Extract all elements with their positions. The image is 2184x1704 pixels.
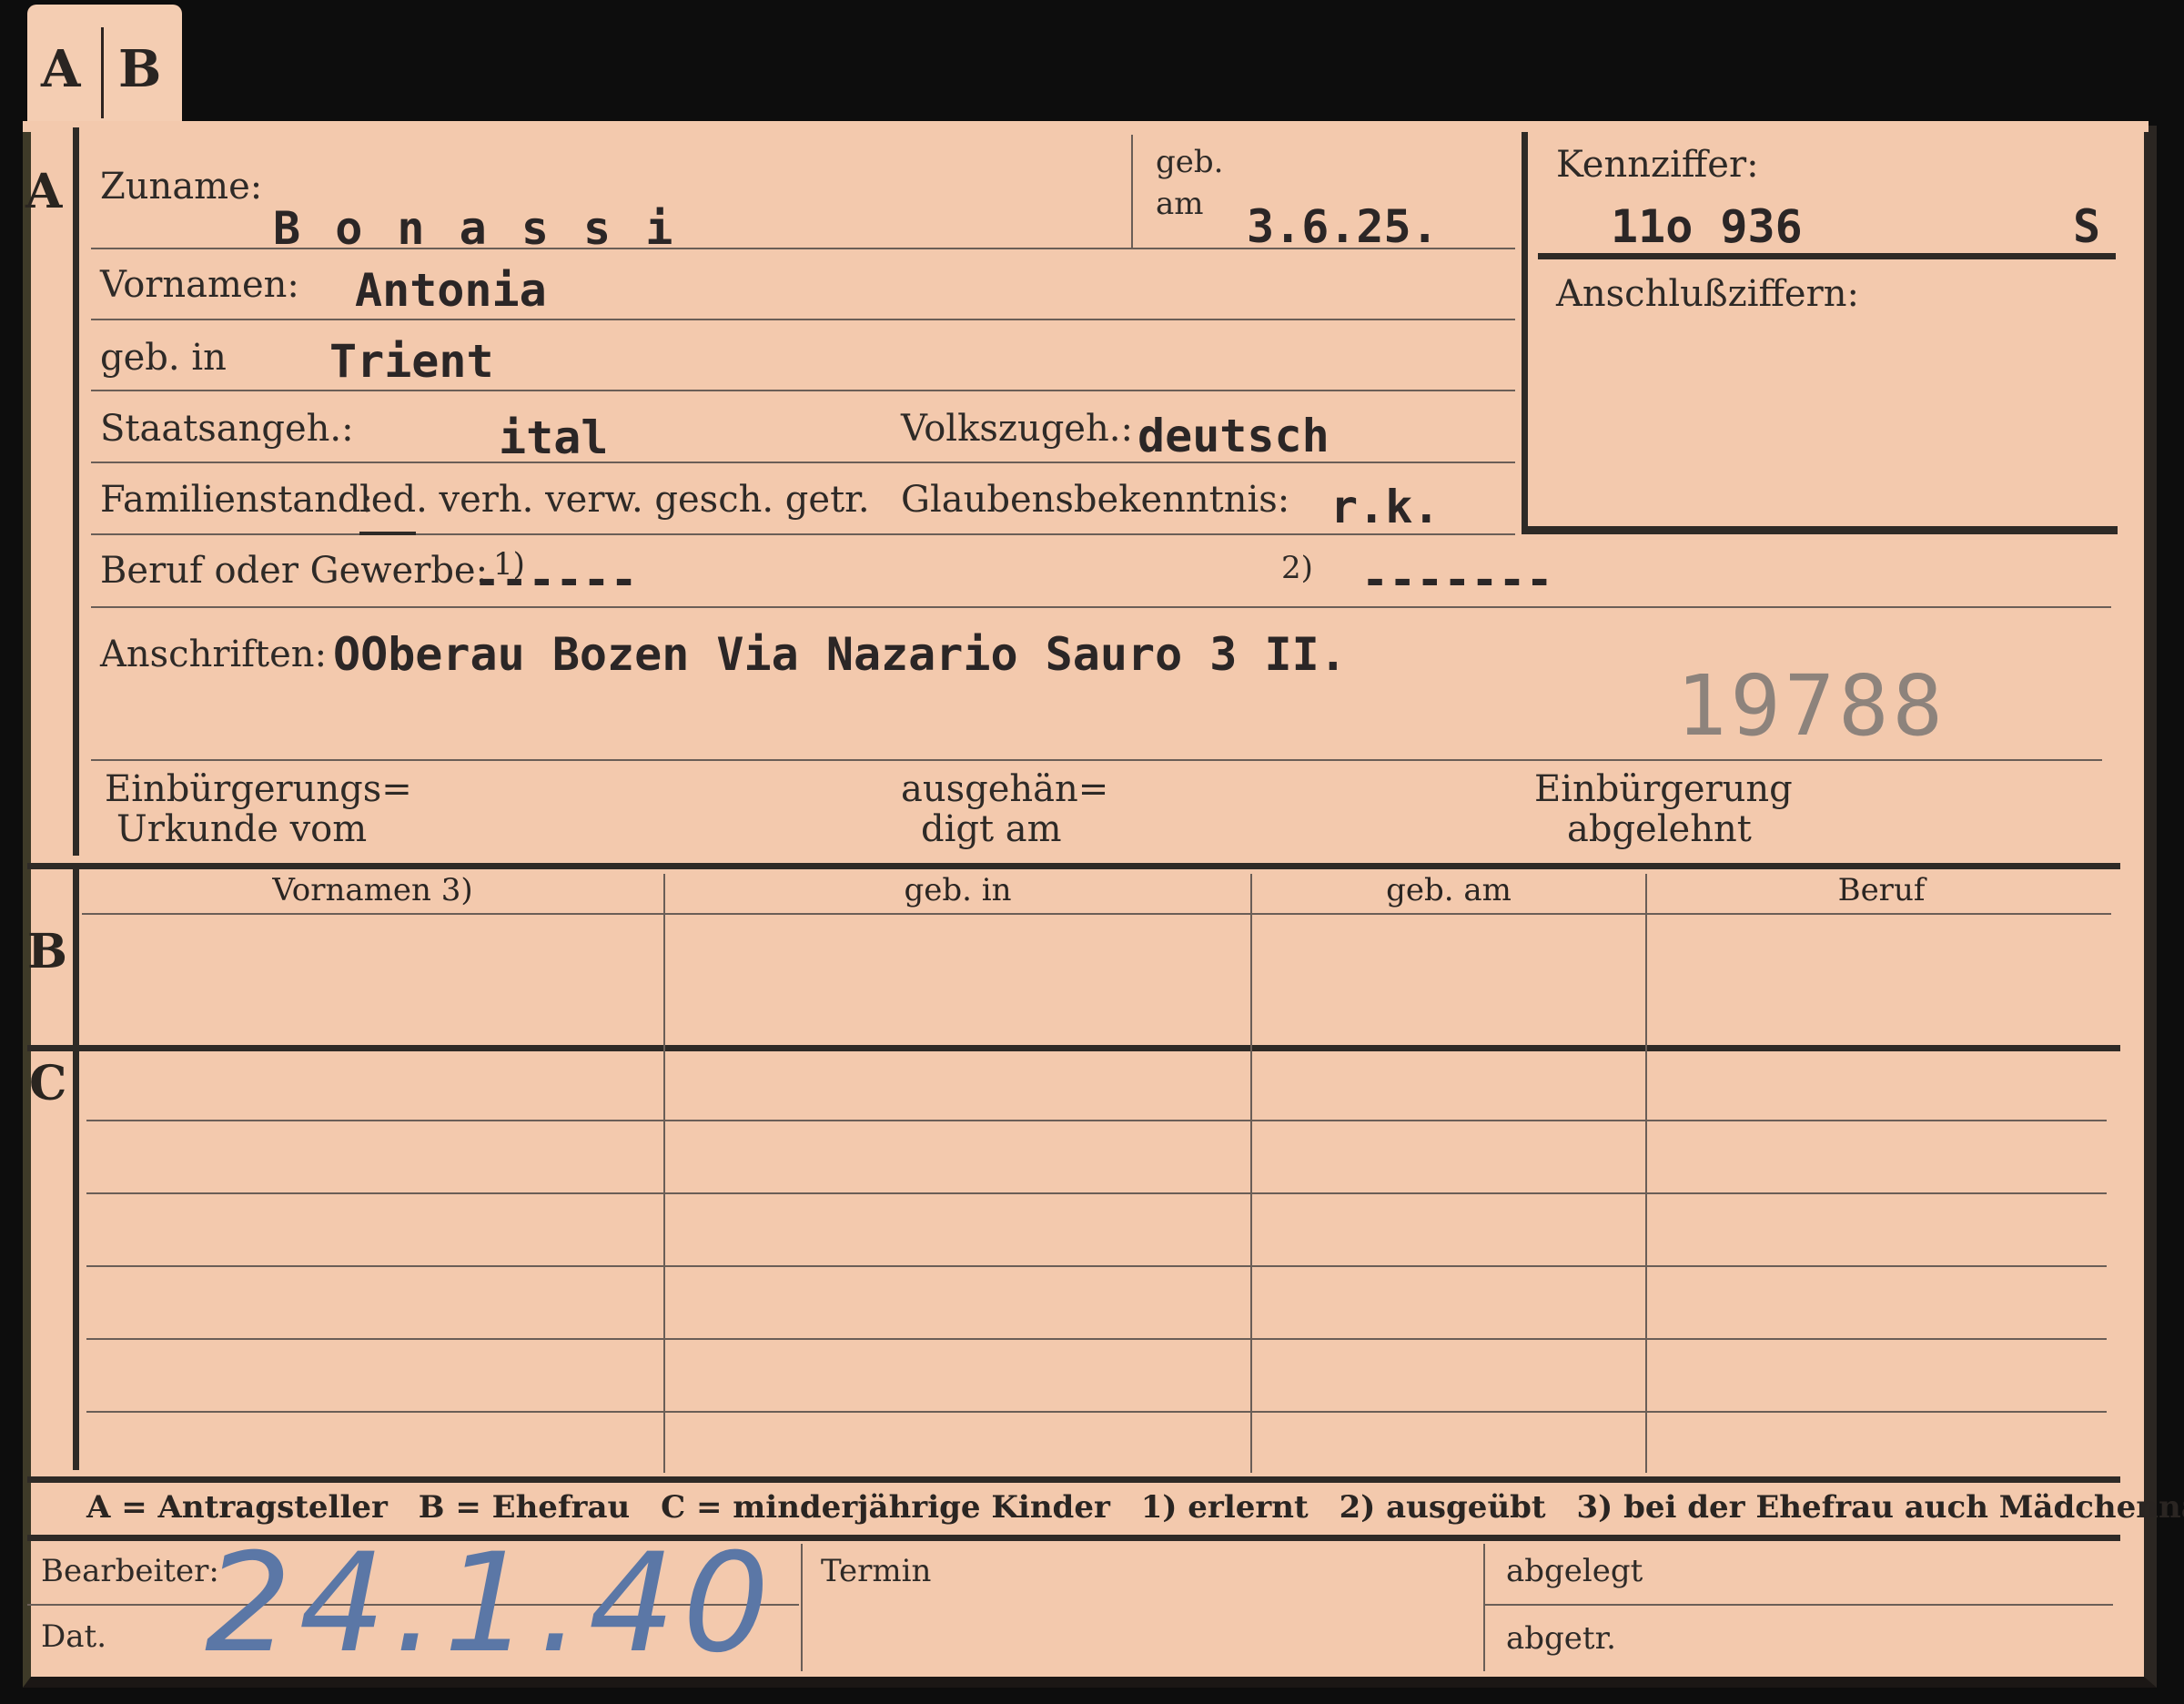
- card-top-edge: [23, 121, 2149, 132]
- column-divider-1: [663, 874, 665, 1473]
- footer-line-right: [1485, 1604, 2113, 1606]
- line-anschriften: [91, 759, 2102, 761]
- section-bc-border: [73, 869, 79, 1470]
- geb-am-value: 3.6.25.: [1247, 200, 1439, 253]
- legend-top-border: [27, 1476, 2120, 1483]
- einbuergerung-abgelehnt-label-2: abgelehnt: [1567, 808, 1752, 850]
- table-header-line: [82, 913, 2111, 915]
- legend-item: C = minderjährige Kinder: [661, 1489, 1110, 1526]
- familienstand-options: led. verh. verw. gesch. getr.: [359, 479, 870, 521]
- familienstand-selected-underline: [359, 532, 416, 535]
- ausgehaendigt-label-1: ausgehän=: [901, 768, 1109, 810]
- kennziffer-underline: [1538, 253, 2116, 259]
- staatsangeh-label: Staatsangeh.:: [100, 408, 354, 450]
- section-c-label: C: [29, 1056, 67, 1111]
- zuname-label: Zuname:: [100, 166, 263, 208]
- dat-label: Dat.: [41, 1618, 107, 1655]
- abgelegt-label: abgelegt: [1506, 1553, 1643, 1589]
- anschriften-label: Anschriften:: [100, 634, 328, 675]
- tab-letter-b: B: [118, 39, 162, 99]
- handwritten-date: 24.1.40: [205, 1525, 777, 1683]
- beruf-value-2: -------: [1361, 553, 1553, 606]
- ausgehaendigt-label-2: digt am: [921, 808, 1062, 850]
- geb-in-label: geb. in: [100, 337, 227, 379]
- column-header-vornamen: Vornamen 3): [272, 872, 473, 908]
- kennziffer-suffix: S: [2073, 200, 2101, 253]
- zuname-divider: [1131, 135, 1133, 248]
- anschriften-value: OOberau Bozen Via Nazario Sauro 3 II.: [333, 628, 1347, 681]
- section-c-top-border: [27, 1045, 2120, 1051]
- line-beruf: [91, 606, 2111, 608]
- abgetr-label: abgetr.: [1506, 1620, 1616, 1657]
- line-vornamen: [91, 319, 1515, 320]
- footer-divider-1: [801, 1544, 803, 1671]
- column-header-beruf: Beruf: [1837, 872, 1926, 908]
- vornamen-label: Vornamen:: [100, 264, 299, 306]
- section-b-label: B: [27, 924, 67, 979]
- table-row-line: [86, 1120, 2107, 1121]
- section-a-border: [73, 127, 79, 856]
- legend-row: A = Antragsteller B = Ehefrau C = minder…: [86, 1489, 2184, 1526]
- line-geb-in: [91, 390, 1515, 391]
- vornamen-value: Antonia: [355, 264, 547, 317]
- legend-item: 2) ausgeübt: [1339, 1489, 1546, 1526]
- geb-am-label-1: geb.: [1156, 144, 1224, 180]
- section-b-top-border: [27, 863, 2120, 869]
- termin-label: Termin: [821, 1553, 932, 1589]
- anschlussziffern-label: Anschlußziffern:: [1556, 273, 1859, 315]
- einbuergerungs-urkunde-label-1: Einbürgerungs=: [105, 768, 412, 810]
- beruf-mark-2: 2): [1281, 550, 1313, 586]
- column-header-geb-in: geb. in: [904, 872, 1012, 908]
- staatsangeh-value: ital: [499, 411, 609, 464]
- einbuergerungs-urkunde-label-2: Urkunde vom: [116, 808, 368, 850]
- column-divider-2: [1250, 874, 1252, 1473]
- beruf-value-1: ------: [473, 553, 638, 606]
- familienstand-label: Familienstand:: [100, 479, 373, 521]
- legend-item: 3) bei der Ehefrau auch Mädchenname: [1576, 1489, 2184, 1526]
- stamp-number: 19788: [1676, 657, 1946, 755]
- kennziffer-label: Kennziffer:: [1556, 144, 1759, 186]
- volkszugeh-value: deutsch: [1138, 410, 1330, 462]
- geb-am-label-2: am: [1156, 186, 1204, 222]
- table-row-line: [86, 1411, 2107, 1413]
- card-index-tab: A B: [27, 5, 182, 127]
- kennziffer-box-bottom: [1522, 526, 2118, 534]
- volkszugeh-label: Volkszugeh.:: [901, 408, 1133, 450]
- zuname-value: B o n a s s i: [273, 202, 677, 255]
- legend-item: 1) erlernt: [1140, 1489, 1309, 1526]
- tab-separator: [101, 27, 104, 118]
- section-a-label: A: [25, 164, 63, 219]
- glaubensbekenntnis-label: Glaubensbekenntnis:: [901, 479, 1290, 521]
- legend-item: A = Antragsteller: [86, 1489, 388, 1526]
- tab-letter-a: A: [41, 39, 81, 99]
- einbuergerung-abgelehnt-label-1: Einbürgerung: [1534, 768, 1793, 810]
- column-header-geb-am: geb. am: [1386, 872, 1512, 908]
- bearbeiter-label: Bearbeiter:: [41, 1553, 219, 1589]
- geb-in-value: Trient: [329, 335, 494, 388]
- kennziffer-value: 11o 936: [1611, 200, 1803, 253]
- table-row-line: [86, 1338, 2107, 1340]
- legend-item: B = Ehefrau: [418, 1489, 631, 1526]
- kennziffer-box-left: [1522, 132, 1528, 532]
- glaubensbekenntnis-value: r.k.: [1330, 481, 1441, 533]
- line-familienstand: [91, 533, 1515, 535]
- table-row-line: [86, 1265, 2107, 1267]
- beruf-label: Beruf oder Gewerbe:: [100, 550, 489, 592]
- column-divider-3: [1645, 874, 1647, 1473]
- footer-divider-2: [1483, 1544, 1485, 1671]
- table-row-line: [86, 1192, 2107, 1194]
